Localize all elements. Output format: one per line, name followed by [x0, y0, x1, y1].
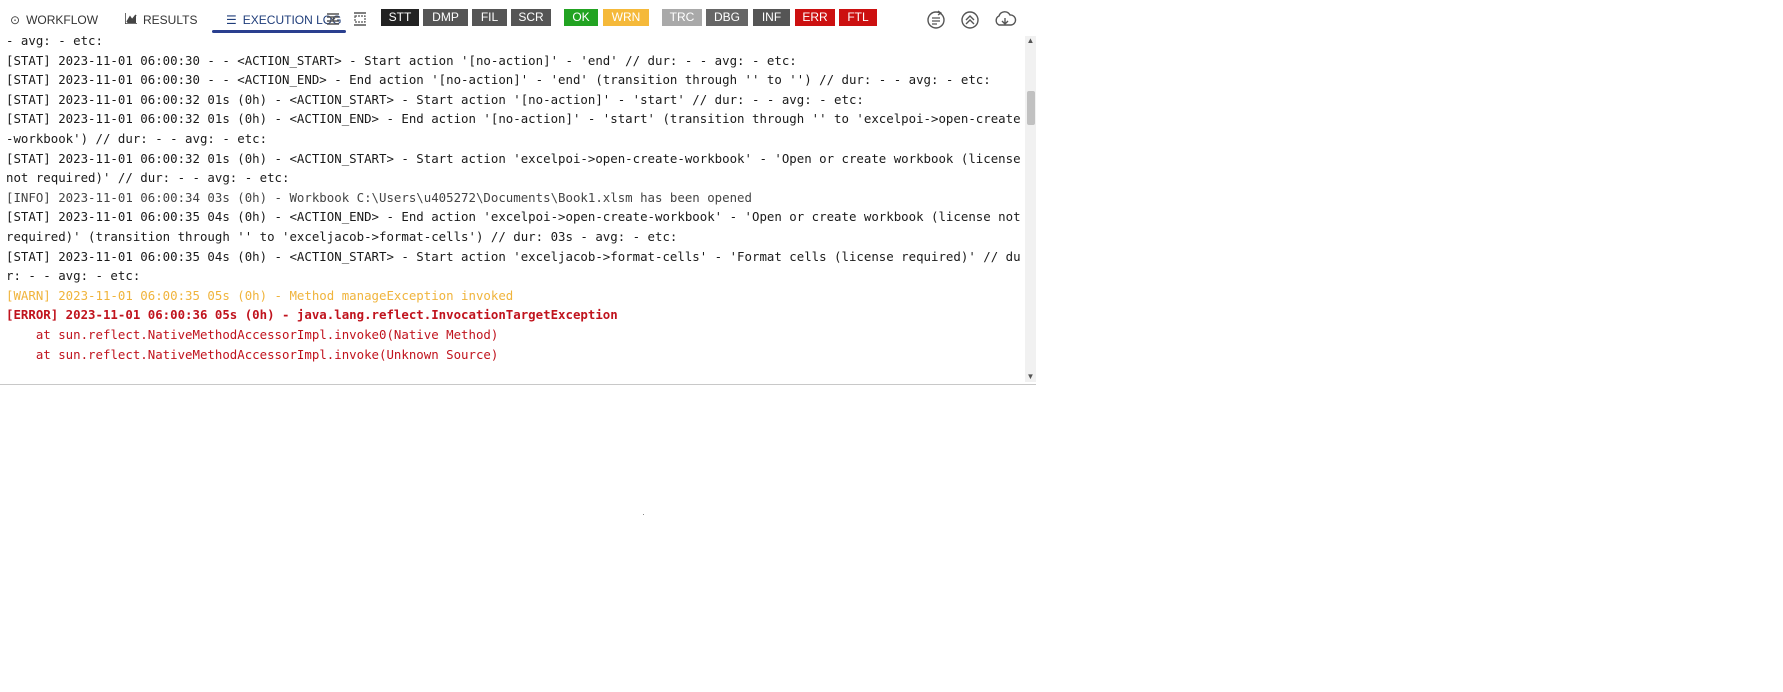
stray-pixel — [643, 514, 644, 515]
log-line: [INFO] 2023-11-01 06:00:34 03s (0h) - Wo… — [6, 189, 752, 205]
collapse-lines-icon[interactable] — [325, 11, 341, 27]
filter-dmp-badge[interactable]: DMP — [423, 9, 468, 26]
scroll-thumb[interactable] — [1027, 91, 1035, 125]
filter-err-label: ERR — [802, 10, 828, 24]
filter-stt-badge[interactable]: STT — [381, 9, 419, 26]
filter-dmp-label: DMP — [432, 10, 459, 24]
log-line: [WARN] 2023-11-01 06:00:35 05s (0h) - Me… — [6, 287, 514, 303]
list-icon: ☰ — [226, 13, 237, 27]
filter-inf-badge[interactable]: INF — [753, 9, 790, 26]
log-line: [ERROR] 2023-11-01 06:00:36 05s (0h) - j… — [6, 307, 618, 323]
target-icon: ⊙ — [10, 13, 21, 27]
filter-ftl-badge[interactable]: FTL — [839, 9, 877, 26]
filter-err-badge[interactable]: ERR — [795, 9, 835, 26]
log-line: at sun.reflect.NativeMethodAccessorImpl.… — [6, 346, 499, 362]
log-scrollbar[interactable]: ▲ ▼ — [1025, 36, 1036, 382]
filter-ok-label: OK — [572, 10, 590, 24]
log-line: [STAT] 2023-11-01 06:00:32 01s (0h) - <A… — [6, 111, 1021, 146]
scroll-up-arrow-icon[interactable]: ▲ — [1025, 36, 1036, 46]
scroll-top-icon[interactable] — [959, 9, 981, 31]
execution-log-panel: ⊙ WORKFLOW RESULTS ☰ EXECUTION LOG STT D… — [0, 0, 1036, 385]
filter-scr-label: SCR — [518, 10, 544, 24]
filter-wrn-badge[interactable]: WRN — [603, 9, 649, 26]
log-output[interactable]: - avg: - etc: [STAT] 2023-11-01 06:00:30… — [0, 31, 1024, 383]
log-line: [STAT] 2023-11-01 06:00:32 01s (0h) - <A… — [6, 150, 1021, 186]
log-line: [STAT] 2023-11-01 06:00:35 04s (0h) - <A… — [6, 209, 1021, 244]
download-icon[interactable] — [993, 9, 1017, 31]
filter-scr-badge[interactable]: SCR — [511, 9, 551, 26]
log-line: [STAT] 2023-11-01 06:00:35 04s (0h) - <A… — [6, 248, 1021, 284]
filter-ok-badge[interactable]: OK — [564, 9, 598, 26]
filter-ftl-label: FTL — [847, 10, 869, 24]
filter-fil-label: FIL — [480, 10, 499, 24]
log-line: at sun.reflect.NativeMethodAccessorImpl.… — [6, 326, 499, 342]
tab-workflow-label: WORKFLOW — [26, 13, 99, 27]
log-line: [STAT] 2023-11-01 06:00:30 - - <ACTION_E… — [6, 72, 991, 88]
filter-trc-label: TRC — [669, 10, 695, 24]
log-line: - avg: - etc: — [6, 33, 103, 48]
chart-icon — [124, 13, 137, 27]
filter-wrn-label: WRN — [611, 10, 641, 24]
tab-results-label: RESULTS — [143, 13, 198, 27]
tab-results[interactable]: RESULTS — [124, 9, 198, 31]
tab-workflow[interactable]: ⊙ WORKFLOW — [10, 9, 98, 31]
filter-inf-label: INF — [761, 10, 782, 24]
filter-dbg-label: DBG — [713, 10, 740, 24]
scroll-down-arrow-icon[interactable]: ▼ — [1025, 372, 1036, 382]
expand-lines-icon[interactable] — [352, 11, 368, 27]
filter-stt-label: STT — [388, 10, 412, 24]
refresh-icon[interactable] — [925, 9, 947, 31]
log-line: [STAT] 2023-11-01 06:00:30 - - <ACTION_S… — [6, 52, 797, 68]
filter-trc-badge[interactable]: TRC — [662, 9, 702, 26]
filter-fil-badge[interactable]: FIL — [472, 9, 507, 26]
log-line: [STAT] 2023-11-01 06:00:32 01s (0h) - <A… — [6, 91, 864, 107]
filter-dbg-badge[interactable]: DBG — [706, 9, 748, 26]
